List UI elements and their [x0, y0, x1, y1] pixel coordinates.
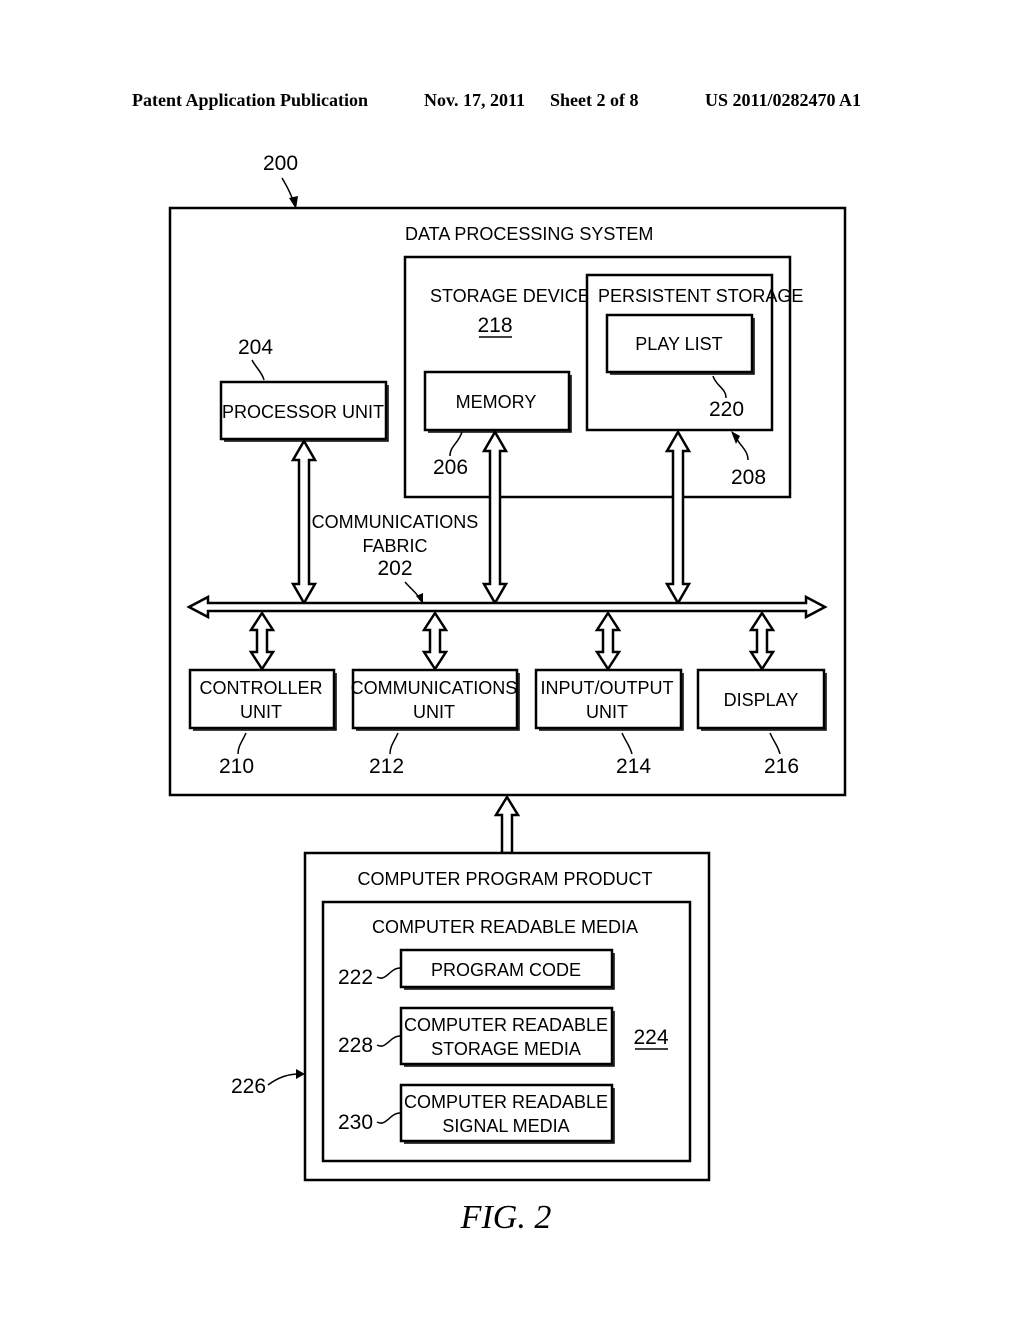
ref-200: 200: [263, 152, 298, 175]
io-unit-label-line1: INPUT/OUTPUT: [541, 678, 674, 698]
system-diagram: 200 DATA PROCESSING SYSTEM STORAGE DEVIC…: [168, 152, 847, 1236]
storage-devices-label: STORAGE DEVICES: [430, 286, 602, 306]
cr-storage-media-label-line1: COMPUTER READABLE: [404, 1015, 608, 1035]
ref-220: 220: [709, 398, 744, 421]
ref-206: 206: [433, 456, 468, 479]
display-label: DISPLAY: [724, 690, 799, 710]
ref-204: 204: [238, 336, 273, 359]
program-product-to-system-arrow: [493, 794, 521, 855]
program-code-label: PROGRAM CODE: [431, 960, 581, 980]
ref-202: 202: [377, 557, 412, 580]
processor-unit-label: PROCESSOR UNIT: [222, 402, 384, 422]
ref-230: 230: [338, 1111, 373, 1134]
data-processing-system-label: DATA PROCESSING SYSTEM: [405, 224, 653, 244]
controller-unit-label-line2: UNIT: [240, 702, 282, 722]
arrowhead-226: [296, 1069, 305, 1079]
communications-fabric-label-line2: FABRIC: [362, 536, 427, 556]
computer-readable-media-label: COMPUTER READABLE MEDIA: [372, 917, 638, 937]
controller-unit-label-line1: CONTROLLER: [199, 678, 322, 698]
ref-228: 228: [338, 1034, 373, 1057]
communications-unit-label-line2: UNIT: [413, 702, 455, 722]
ref-212: 212: [369, 755, 404, 778]
ref-214: 214: [616, 755, 651, 778]
ref-210: 210: [219, 755, 254, 778]
communications-unit-label-line1: COMMUNICATIONS: [351, 678, 518, 698]
ref-216: 216: [764, 755, 799, 778]
ref-218: 218: [477, 314, 512, 337]
cr-signal-media-label-line1: COMPUTER READABLE: [404, 1092, 608, 1112]
communications-fabric-label-line1: COMMUNICATIONS: [312, 512, 479, 532]
ref-222: 222: [338, 966, 373, 989]
ref-226: 226: [231, 1075, 266, 1098]
ref-224: 224: [633, 1026, 668, 1049]
figure-caption: FIG. 2: [460, 1199, 552, 1236]
leader-226: [267, 1073, 301, 1086]
io-unit-label-line2: UNIT: [586, 702, 628, 722]
play-list-label: PLAY LIST: [635, 334, 722, 354]
cr-storage-media-label-line2: STORAGE MEDIA: [431, 1039, 581, 1059]
cr-signal-media-label-line2: SIGNAL MEDIA: [442, 1116, 569, 1136]
ref-208: 208: [731, 466, 766, 489]
computer-program-product-label: COMPUTER PROGRAM PRODUCT: [357, 869, 652, 889]
memory-label: MEMORY: [456, 392, 537, 412]
persistent-storage-label: PERSISTENT STORAGE: [598, 286, 803, 306]
